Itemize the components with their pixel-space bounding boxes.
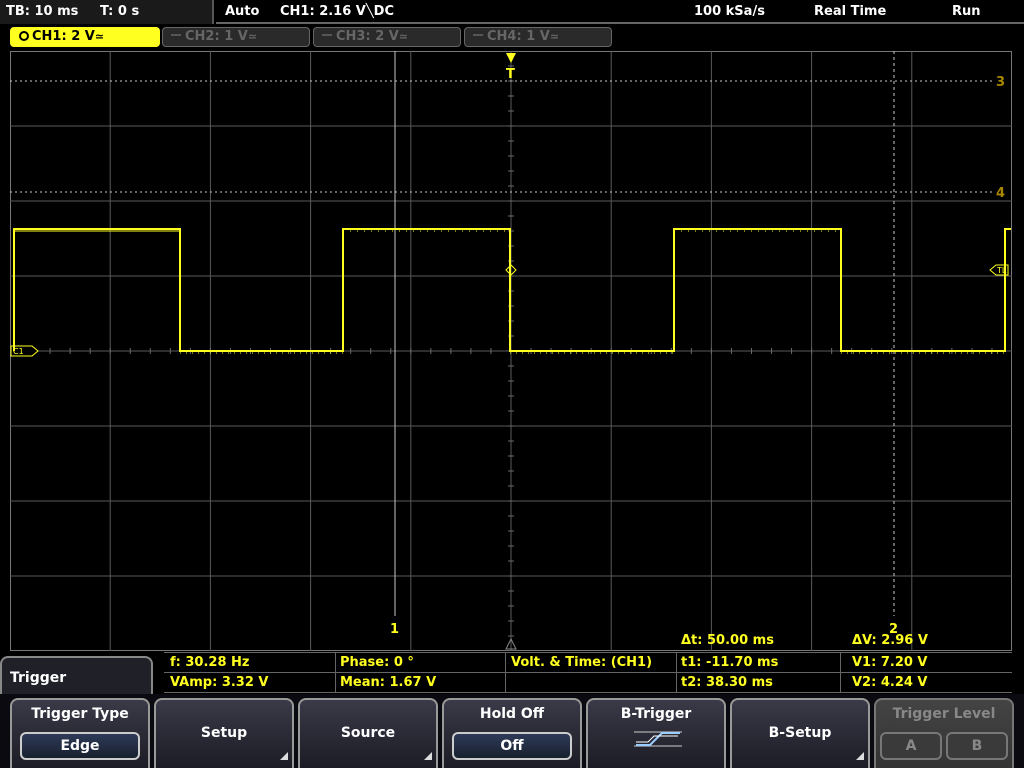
submenu-corner-icon [280, 752, 288, 760]
delta-t-readout: Δt: 50.00 ms [681, 633, 774, 648]
timebase-box[interactable]: TB: 10 ms T: 0 s [0, 0, 214, 24]
softkey-label: B-Setup [768, 725, 832, 741]
measurement-panel: Δt: 50.00 ms ΔV: 2.96 V f: 30.28 Hz Phas… [164, 633, 1012, 693]
trigger-position-label: T [506, 67, 515, 82]
run-state-label[interactable]: Run [952, 4, 981, 19]
trigger-slope-text: ╲DC [365, 4, 395, 19]
coupling-icon: ≃ [94, 30, 105, 43]
submenu-corner-icon [424, 752, 432, 760]
softkey-label: Setup [200, 725, 248, 741]
timebase-label: TB: 10 ms [6, 4, 79, 19]
acquisition-mode-label: Real Time [814, 4, 887, 19]
channel-tab-ch3[interactable]: CH3: 2 V≃ [313, 27, 461, 47]
channel-inactive-icon [322, 34, 332, 36]
measurement-divider [840, 653, 841, 693]
phase-readout: Phase: 0 ° [340, 655, 414, 670]
trigger-level-b-button[interactable]: B [946, 732, 1008, 760]
status-bar: TB: 10 ms T: 0 s Auto CH1: 2.16 V╲DC 100… [0, 0, 1024, 24]
b-setup-softkey[interactable]: B-Setup [730, 698, 870, 768]
reference-marker-3[interactable]: 3 [996, 75, 1005, 90]
softkey-label: Trigger Level [892, 706, 996, 722]
hold-off-value[interactable]: Off [452, 732, 572, 760]
trigger-time-label: T: 0 s [100, 4, 140, 19]
trigger-source-label[interactable]: CH1: 2.16 V╲DC [280, 4, 394, 19]
coupling-icon: ≃ [247, 30, 258, 43]
mean-readout: Mean: 1.67 V [340, 675, 437, 690]
setup-softkey[interactable]: Setup [154, 698, 294, 768]
channel-tab-ch1[interactable]: CH1: 2 V≃ [10, 27, 160, 47]
trigger-position-icon[interactable] [506, 53, 516, 63]
softkey-label: Hold Off [479, 706, 545, 722]
trigger-level-softkey[interactable]: Trigger Level A B [874, 698, 1014, 768]
acquisition-status: Auto CH1: 2.16 V╲DC 100 kSa/s Real Time … [216, 0, 1024, 24]
channel-tab-ch2[interactable]: CH2: 1 V≃ [162, 27, 310, 47]
softkey-label: Trigger Type [31, 706, 129, 722]
softkey-label: B-Trigger [620, 706, 692, 722]
trigger-level-a-button[interactable]: A [880, 732, 942, 760]
waveform-grid: 3 4 1 2 T TL C1 [10, 51, 1012, 651]
b-trigger-softkey[interactable]: B-Trigger [586, 698, 726, 768]
v2-readout: V2: 4.24 V [852, 675, 928, 690]
vamp-readout: VAmp: 3.32 V [170, 675, 269, 690]
t1-readout: t1: -11.70 ms [681, 655, 779, 670]
channel-inactive-icon [171, 34, 181, 36]
channel-inactive-icon [473, 34, 483, 36]
submenu-corner-icon [856, 752, 864, 760]
measurement-divider [676, 653, 677, 693]
source-softkey[interactable]: Source [298, 698, 438, 768]
channel-active-icon [19, 31, 29, 41]
ch1-waveform [13, 228, 1011, 352]
trigger-mode-label[interactable]: Auto [225, 4, 259, 19]
frequency-readout: f: 30.28 Hz [170, 655, 250, 670]
measurement-divider [505, 653, 506, 693]
coupling-icon: ≃ [549, 30, 560, 43]
measurement-divider [335, 653, 336, 693]
coupling-icon: ≃ [398, 30, 409, 43]
v1-readout: V1: 7.20 V [852, 655, 928, 670]
channel-tab-ch4[interactable]: CH4: 1 V≃ [464, 27, 612, 47]
waveform-display[interactable]: 3 4 1 2 T TL C1 [10, 51, 1012, 651]
trigger-type-value[interactable]: Edge [20, 732, 140, 760]
t2-readout: t2: 38.30 ms [681, 675, 773, 690]
channel-label: CH3: 2 V [336, 29, 399, 44]
reference-marker-4[interactable]: 4 [996, 186, 1005, 201]
hold-off-softkey[interactable]: Hold Off Off [442, 698, 582, 768]
trigger-type-softkey[interactable]: Trigger Type Edge [10, 698, 150, 768]
delta-v-readout: ΔV: 2.96 V [852, 633, 928, 648]
menu-title: Trigger [0, 656, 153, 696]
softkey-label: Source [340, 725, 396, 741]
b-trigger-icon [634, 731, 682, 747]
channel-label: CH4: 1 V [487, 29, 550, 44]
cursor-mode-readout[interactable]: Volt. & Time: (CH1) [511, 655, 652, 670]
trigger-level-text: CH1: 2.16 V [280, 4, 366, 19]
channel-label: CH2: 1 V [185, 29, 248, 44]
sample-rate-label: 100 kSa/s [694, 4, 765, 19]
channel-label: CH1: 2 V [32, 29, 95, 44]
cursor-marker-1[interactable]: 1 [390, 622, 399, 637]
